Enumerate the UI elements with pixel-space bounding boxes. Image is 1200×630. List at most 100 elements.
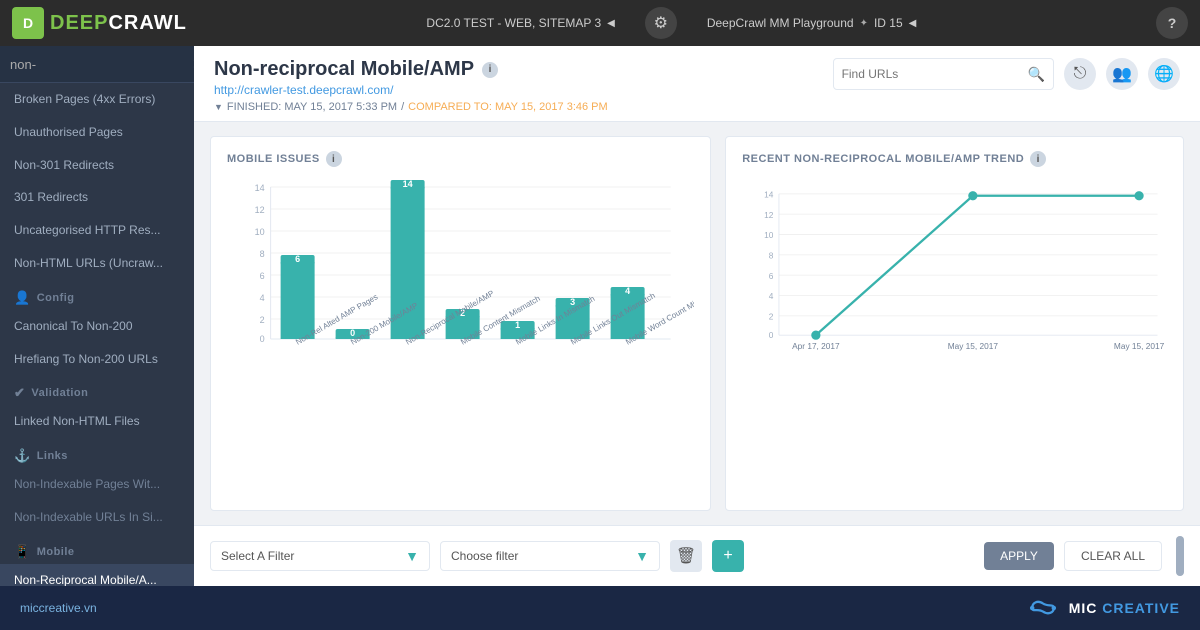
choose-filter-arrow: ▼: [635, 548, 649, 564]
sidebar-section-validation: ✔ Validation: [0, 375, 194, 405]
mobile-issues-card: MOBILE ISSUES i: [210, 136, 711, 511]
svg-text:6: 6: [260, 271, 265, 281]
charts-area: MOBILE ISSUES i: [194, 122, 1200, 525]
sidebar-item-non301[interactable]: Non-301 Redirects: [0, 149, 194, 182]
validation-icon: ✔: [14, 385, 25, 401]
sidebar-item-canonical[interactable]: Canonical To Non-200: [0, 310, 194, 343]
content-header-top: Non-reciprocal Mobile/AMP i http://crawl…: [214, 58, 1180, 97]
settings-button[interactable]: ⚙: [645, 7, 677, 39]
trend-title: RECENT NON-RECIPROCAL MOBILE/AMP TREND i: [742, 151, 1167, 167]
svg-text:4: 4: [625, 286, 630, 296]
mobile-issues-title: MOBILE ISSUES i: [227, 151, 694, 167]
config-icon: 👤: [14, 290, 31, 306]
svg-text:4: 4: [260, 293, 265, 303]
title-info-icon[interactable]: i: [482, 62, 498, 78]
svg-text:10: 10: [255, 227, 265, 237]
select-filter-arrow: ▼: [405, 548, 419, 564]
trend-info-icon[interactable]: i: [1030, 151, 1046, 167]
nav-playground[interactable]: DeepCrawl MM Playground ✦ ID 15 ◀: [697, 7, 927, 39]
links-icon: ⚓: [14, 448, 31, 464]
users-button[interactable]: 👥: [1106, 58, 1138, 90]
sidebar: ✕ ☰ Broken Pages (4xx Errors) Unauthoris…: [0, 46, 194, 586]
trend-point-1: [811, 331, 820, 340]
sidebar-item-unauthorised[interactable]: Unauthorised Pages: [0, 116, 194, 149]
apply-button[interactable]: APPLY: [984, 542, 1054, 570]
svg-text:4: 4: [769, 291, 774, 301]
choose-filter-dropdown[interactable]: Choose filter ▼: [440, 541, 660, 571]
svg-text:14: 14: [255, 183, 265, 193]
nav-center: DC2.0 TEST - WEB, SITEMAP 3 ◀ ⚙ DeepCraw…: [187, 7, 1156, 39]
svg-text:6: 6: [295, 254, 300, 264]
sidebar-section-mobile: 📱 Mobile: [0, 534, 194, 564]
select-filter-dropdown[interactable]: Select A Filter ▼: [210, 541, 430, 571]
search-input[interactable]: [10, 57, 186, 72]
svg-text:6: 6: [769, 271, 774, 281]
footer-url: miccreative.vn: [20, 601, 97, 615]
trend-point-3: [1135, 191, 1144, 200]
mic-logo: MIC CREATIVE: [1025, 596, 1180, 620]
content-meta: ▼ FINISHED: MAY 15, 2017 5:33 PM / COMPA…: [214, 101, 1180, 113]
sidebar-item-nonreciprocal[interactable]: Non-Reciprocal Mobile/A...: [0, 564, 194, 586]
footer: miccreative.vn MIC CREATIVE: [0, 586, 1200, 630]
svg-text:8: 8: [769, 251, 774, 261]
svg-text:2: 2: [260, 315, 265, 325]
sidebar-item-nonindexable-urls[interactable]: Non-Indexable URLs In Si...: [0, 501, 194, 534]
search-icon[interactable]: 🔍: [1028, 66, 1045, 83]
find-urls-input[interactable]: [842, 67, 1022, 81]
sidebar-item-broken-pages[interactable]: Broken Pages (4xx Errors): [0, 83, 194, 116]
nav-project[interactable]: DC2.0 TEST - WEB, SITEMAP 3 ◀: [416, 7, 624, 39]
sidebar-section-links: ⚓ Links: [0, 438, 194, 468]
meta-arrow: ▼: [214, 102, 223, 112]
mobile-issues-info-icon[interactable]: i: [326, 151, 342, 167]
globe-button[interactable]: 🌐: [1148, 58, 1180, 90]
svg-text:May 15, 2017: May 15, 2017: [1114, 341, 1165, 351]
scrollbar-thumb[interactable]: [1176, 536, 1184, 576]
footer-right: MIC CREATIVE: [1025, 596, 1180, 620]
logo-icon: D: [12, 7, 44, 39]
content-title-area: Non-reciprocal Mobile/AMP i http://crawl…: [214, 58, 498, 97]
sidebar-item-uncategorised[interactable]: Uncategorised HTTP Res...: [0, 214, 194, 247]
svg-text:12: 12: [764, 210, 774, 220]
svg-text:2: 2: [769, 311, 774, 321]
playground-arrow: ◀: [909, 18, 917, 29]
svg-text:1: 1: [515, 320, 520, 330]
sidebar-section-config: 👤 Config: [0, 280, 194, 310]
svg-text:12: 12: [255, 205, 265, 215]
sidebar-item-hrefiang[interactable]: Hrefiang To Non-200 URLs: [0, 343, 194, 376]
content-url[interactable]: http://crawler-test.deepcrawl.com/: [214, 83, 498, 97]
bar-chart-area: 14 12 10 8 6 4 2 0 6: [227, 177, 694, 496]
sidebar-item-nonhtml[interactable]: Non-HTML URLs (Uncraw...: [0, 247, 194, 280]
mic-creative-icon: [1025, 596, 1061, 620]
bar-nonrel: [281, 262, 315, 339]
share-button[interactable]: ⎋: [1064, 58, 1096, 90]
mobile-icon: 📱: [14, 544, 31, 560]
top-navigation: D DEEPCRAWL DC2.0 TEST - WEB, SITEMAP 3 …: [0, 0, 1200, 46]
sidebar-search-area: ✕ ☰: [0, 46, 194, 83]
svg-text:May 15, 2017: May 15, 2017: [948, 341, 999, 351]
clear-all-button[interactable]: CLEAR ALL: [1064, 541, 1162, 571]
content-panel: Non-reciprocal Mobile/AMP i http://crawl…: [194, 46, 1200, 586]
svg-text:0: 0: [260, 334, 265, 344]
sidebar-item-301[interactable]: 301 Redirects: [0, 181, 194, 214]
svg-text:Apr 17, 2017: Apr 17, 2017: [792, 341, 840, 351]
svg-text:14: 14: [764, 190, 774, 200]
trend-point-2: [968, 191, 977, 200]
svg-text:10: 10: [764, 230, 774, 240]
sidebar-item-linked-nonhtml[interactable]: Linked Non-HTML Files: [0, 405, 194, 438]
content-header: Non-reciprocal Mobile/AMP i http://crawl…: [194, 46, 1200, 122]
find-urls-area: 🔍: [833, 58, 1054, 90]
bar-chart-svg: 14 12 10 8 6 4 2 0 6: [227, 177, 694, 377]
logo-area[interactable]: D DEEPCRAWL: [12, 7, 187, 39]
trend-line: [816, 196, 1139, 335]
delete-filter-button[interactable]: 🗑: [670, 540, 702, 572]
svg-text:14: 14: [403, 179, 413, 189]
line-chart-svg: 14 12 10 8 6 4 2 0: [742, 177, 1167, 377]
sidebar-item-nonindexable-pages[interactable]: Non-Indexable Pages Wit...: [0, 468, 194, 501]
main-layout: ✕ ☰ Broken Pages (4xx Errors) Unauthoris…: [0, 46, 1200, 586]
header-actions: 🔍 ⎋ 👥 🌐: [833, 58, 1180, 90]
mic-brand-text: MIC CREATIVE: [1069, 600, 1180, 616]
svg-text:0: 0: [769, 330, 774, 340]
add-filter-button[interactable]: +: [712, 540, 744, 572]
project-arrow: ◀: [607, 18, 615, 29]
help-button[interactable]: ?: [1156, 7, 1188, 39]
